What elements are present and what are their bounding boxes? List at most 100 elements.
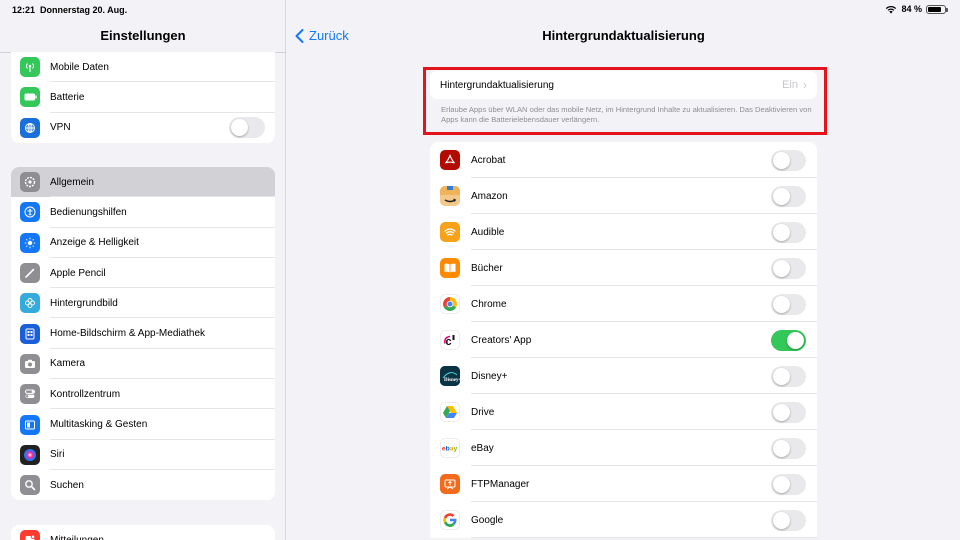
sidebar-item-kontrollzentrum[interactable]: Kontrollzentrum <box>11 379 275 410</box>
app-name: Disney+ <box>471 370 508 382</box>
sidebar-item-home-bildschirm-app-mediathek[interactable]: Home-Bildschirm & App-Mediathek <box>11 318 275 350</box>
detail-pane: Zurück Hintergrundaktualisierung Hinterg… <box>287 0 960 540</box>
home-screen-icon <box>20 323 40 344</box>
sidebar-item-label: Apple Pencil <box>50 267 106 279</box>
app-name: Bücher <box>471 262 503 274</box>
status-right: 84 % <box>885 4 948 14</box>
ftp-manager-icon <box>440 474 460 494</box>
app-name: FTPManager <box>471 478 530 490</box>
sidebar-item-allgemein[interactable]: Allgemein <box>11 167 275 198</box>
books-icon <box>440 258 460 278</box>
drive-icon <box>440 402 460 422</box>
app-refresh-toggle[interactable] <box>771 257 806 279</box>
sidebar-item-batterie[interactable]: Batterie <box>11 82 275 113</box>
sidebar-item-anzeige-helligkeit[interactable]: Anzeige & Helligkeit <box>11 228 275 259</box>
page-title: Hintergrundaktualisierung <box>542 28 705 43</box>
amazon-icon <box>440 186 460 206</box>
sidebar-item-multitasking-gesten[interactable]: Multitasking & Gesten <box>11 409 275 440</box>
status-date: Donnerstag 20. Aug. <box>40 5 128 15</box>
sun-icon <box>20 232 40 253</box>
multitasking-icon <box>20 414 40 435</box>
app-refresh-toggle[interactable] <box>771 473 806 495</box>
sidebar-item-label: Hintergrundbild <box>50 297 118 309</box>
app-name: Google <box>471 514 504 526</box>
sidebar-title: Einstellungen <box>100 28 186 43</box>
battery-icon <box>20 87 40 108</box>
globe-icon <box>20 117 40 138</box>
sidebar-item-label: Anzeige & Helligkeit <box>50 237 139 249</box>
app-row: Acrobat <box>430 142 817 178</box>
app-name: eBay <box>471 442 494 454</box>
google-icon <box>440 510 460 530</box>
sidebar-item-label: Bedienungshilfen <box>50 206 127 218</box>
battery-fill <box>928 6 942 12</box>
status-time: 12:21 <box>12 5 36 15</box>
audible-icon <box>440 222 460 242</box>
vpn-toggle[interactable] <box>229 117 265 139</box>
app-refresh-toggle[interactable] <box>771 221 806 243</box>
sidebar-item-label: Allgemein <box>50 176 94 188</box>
sidebar-item-label: VPN <box>50 122 71 134</box>
app-refresh-toggle[interactable] <box>771 293 806 315</box>
app-list: Acrobat Amazon Audible Bücher Chrome c Creator… <box>430 142 817 538</box>
sidebar-item-suchen[interactable]: Suchen <box>11 470 275 500</box>
app-name: Drive <box>471 406 495 418</box>
battery-percent: 84 % <box>901 4 922 14</box>
chrome-icon <box>440 294 460 314</box>
app-row: Chrome <box>430 286 817 322</box>
app-row: FTPManager <box>430 466 817 502</box>
app-name: Chrome <box>471 298 507 310</box>
app-row: Google <box>430 502 817 538</box>
sidebar-item-label: Kontrollzentrum <box>50 388 121 400</box>
app-refresh-toggle[interactable] <box>771 437 806 459</box>
app-refresh-toggle[interactable] <box>771 149 806 171</box>
sidebar-item-hintergrundbild[interactable]: Hintergrundbild <box>11 288 275 319</box>
app-row: Disney+ Disney+ <box>430 358 817 394</box>
app-name: Creators' App <box>471 334 532 346</box>
flower-icon <box>20 293 40 314</box>
svg-text:ebay: ebay <box>442 446 458 453</box>
sidebar-item-bedienungshilfen[interactable]: Bedienungshilfen <box>11 197 275 228</box>
app-row: Amazon <box>430 178 817 214</box>
sidebar-item-mobile-daten[interactable]: Mobile Daten <box>11 52 275 83</box>
search-icon <box>20 475 40 496</box>
app-refresh-toggle[interactable] <box>771 365 806 387</box>
switches-icon <box>20 384 40 405</box>
sidebar-item-siri[interactable]: Siri <box>11 440 275 471</box>
sidebar-item-kamera[interactable]: Kamera <box>11 349 275 380</box>
sidebar-item-label: Batterie <box>50 91 85 103</box>
app-name: Amazon <box>471 190 508 202</box>
accessibility-icon <box>20 202 40 223</box>
sidebar-item-label: Siri <box>50 449 65 461</box>
sidebar-item-mitteilungen[interactable]: Mitteilungen <box>11 525 275 540</box>
gear-icon <box>20 172 40 193</box>
battery-icon <box>926 4 948 14</box>
camera-icon <box>20 353 40 374</box>
app-refresh-toggle[interactable] <box>771 329 806 351</box>
sidebar-group-general: Allgemein Bedienungshilfen Anzeige & Helli… <box>11 167 275 501</box>
settings-sidebar: Einstellungen Mobile Daten Batterie VPN Al… <box>0 0 286 540</box>
app-refresh-toggle[interactable] <box>771 401 806 423</box>
svg-text:Disney+: Disney+ <box>444 378 460 383</box>
pencil-icon <box>20 263 40 284</box>
creators-app-icon: c <box>440 330 460 350</box>
sidebar-item-label: Suchen <box>50 479 84 491</box>
app-refresh-toggle[interactable] <box>771 185 806 207</box>
app-name: Audible <box>471 226 505 238</box>
app-name: Acrobat <box>471 154 506 166</box>
sidebar-item-label: Multitasking & Gesten <box>50 419 148 431</box>
sidebar-item-label: Home-Bildschirm & App-Mediathek <box>50 328 206 340</box>
sidebar-item-vpn[interactable]: VPN <box>11 113 275 143</box>
app-row: ebay eBay <box>430 430 817 466</box>
sidebar-item-apple-pencil[interactable]: Apple Pencil <box>11 258 275 289</box>
siri-icon <box>20 444 40 465</box>
sidebar-group-connectivity: Mobile Daten Batterie VPN <box>11 52 275 143</box>
acrobat-icon <box>440 150 460 170</box>
app-row: Audible <box>430 214 817 250</box>
app-row: c Creators' App <box>430 322 817 358</box>
notifications-icon <box>20 530 40 540</box>
app-row: Bücher <box>430 250 817 286</box>
sidebar-item-label: Kamera <box>50 358 86 370</box>
sidebar-item-label: Mobile Daten <box>50 61 109 73</box>
app-refresh-toggle[interactable] <box>771 509 806 531</box>
